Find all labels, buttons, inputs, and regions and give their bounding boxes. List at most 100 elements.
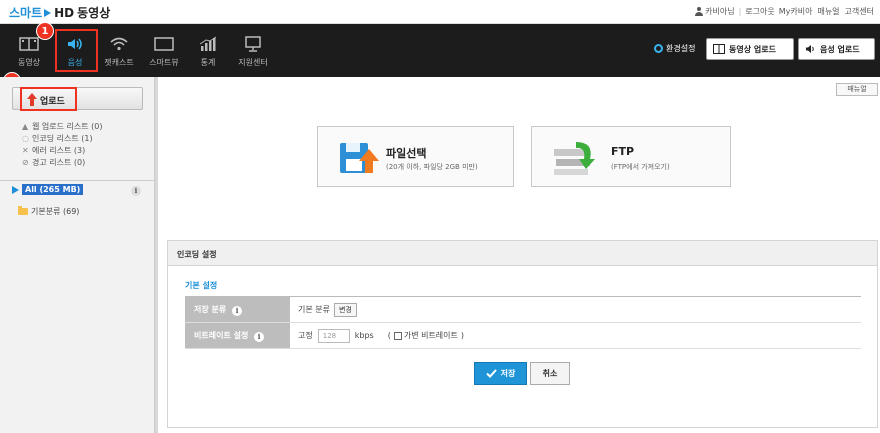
bitrate-fixed-label: 고정 xyxy=(298,331,313,340)
manual-label: 매뉴얼 xyxy=(847,85,867,93)
storage-category-value: 기본 분류 xyxy=(298,305,330,314)
top-links: 카비아님 | 로그아웃 My카비아 매뉴얼 고객센터 xyxy=(695,6,874,17)
speaker-icon xyxy=(806,45,814,53)
settings-link[interactable]: 환경설정 xyxy=(654,43,695,54)
bitrate-input[interactable]: 128 xyxy=(317,328,350,343)
user-name-link[interactable]: 카비아님 xyxy=(705,6,734,17)
form-value-cell: 기본 분류 변경 xyxy=(298,297,357,322)
nav-item-smartview[interactable]: 스마트뷰 xyxy=(143,24,185,77)
settings-label: 환경설정 xyxy=(666,44,696,53)
nav-label: 동영상 xyxy=(17,58,41,67)
save-label: 저장 xyxy=(500,369,516,378)
list-item-label: 인코딩 리스트 (1) xyxy=(32,134,93,143)
form-value-cell: 고정 128 kbps ( 가변 비트레이트 ) xyxy=(298,323,464,348)
form-row-storage-category: 저장 분류 i 기본 분류 변경 xyxy=(185,297,861,323)
variable-bitrate-checkbox[interactable] xyxy=(393,331,402,340)
logo-text-video: 동영상 xyxy=(77,6,111,20)
encoding-settings-panel: 인코딩 설정 기본 설정 저장 분류 i 기본 분류 변경 비트레이트 설정 i… xyxy=(167,240,878,428)
paren-open: ( xyxy=(387,331,391,340)
save-button[interactable]: 저장 xyxy=(474,362,527,385)
file-select-title: 파일선택 xyxy=(386,147,427,160)
logo-text-hd: HD xyxy=(54,5,75,20)
video-upload-label: 동영상 업로드 xyxy=(729,44,776,54)
all-category-label: All (265 MB) xyxy=(22,184,84,195)
support-icon xyxy=(245,36,261,52)
cancel-label: 취소 xyxy=(542,369,558,378)
folder-icon xyxy=(18,206,28,215)
list-item-label: 경고 리스트 (0) xyxy=(32,158,86,167)
info-icon[interactable]: i xyxy=(131,186,141,196)
encoding-settings-header: 인코딩 설정 xyxy=(168,241,877,266)
variable-bitrate-label: 가변 비트레이트 xyxy=(403,331,458,340)
logout-link[interactable]: 로그아웃 xyxy=(745,6,774,17)
upload-button[interactable]: 업로드 xyxy=(12,87,143,111)
warning-icon: ⊘ xyxy=(22,158,29,167)
wifi-icon xyxy=(110,37,128,51)
settings-form: 저장 분류 i 기본 분류 변경 비트레이트 설정 i 고정 128 kbps … xyxy=(185,296,861,349)
audio-upload-label: 음성 업로드 xyxy=(820,44,860,54)
up-arrow-icon: ▲ xyxy=(22,122,29,131)
bitrate-label: 비트레이트 설정 xyxy=(194,331,249,340)
list-item-error[interactable]: ✕ 에러 리스트 (3) xyxy=(22,145,102,157)
nav-item-audio[interactable]: 음성 xyxy=(54,24,98,77)
cycle-icon: ◌ xyxy=(22,134,29,143)
customer-center-link[interactable]: 고객센터 xyxy=(845,6,874,17)
bitrate-unit: kbps xyxy=(354,331,374,340)
manual-button[interactable]: 매뉴얼 xyxy=(836,83,878,96)
sidebar-splitter[interactable] xyxy=(155,77,158,433)
cancel-button[interactable]: 취소 xyxy=(530,362,570,385)
paren-close: ) xyxy=(460,331,465,340)
logo-text-smart: 스마트 xyxy=(9,6,43,20)
list-item-encoding[interactable]: ◌ 인코딩 리스트 (1) xyxy=(22,133,102,145)
film-icon xyxy=(19,37,39,51)
change-category-button[interactable]: 변경 xyxy=(333,302,357,317)
my-cabia-link[interactable]: My카비아 xyxy=(779,6,813,17)
info-icon[interactable]: i xyxy=(254,332,265,342)
upload-status-list: ▲ 웹 업로드 리스트 (0) ◌ 인코딩 리스트 (1) ✕ 에러 리스트 (3) … xyxy=(22,121,102,169)
list-item-warning[interactable]: ⊘ 경고 리스트 (0) xyxy=(22,157,102,169)
basic-settings-title: 기본 설정 xyxy=(185,281,218,290)
divider: | xyxy=(738,7,742,16)
annotation-badge-1: 1 xyxy=(36,22,54,40)
ftp-subtitle: (FTP에서 가져오기) xyxy=(611,163,670,171)
chart-icon xyxy=(199,36,217,51)
x-icon: ✕ xyxy=(22,146,29,155)
nav-item-support[interactable]: 지원센터 xyxy=(232,24,274,77)
info-icon[interactable]: i xyxy=(232,306,243,316)
arrow-icon xyxy=(12,186,19,194)
form-label-cell: 비트레이트 설정 i xyxy=(185,323,290,348)
nav-label: 스마트뷰 xyxy=(149,58,179,67)
file-select-card[interactable]: 파일선택 (20개 이하, 파일당 2GB 미만) xyxy=(317,126,514,187)
list-item-web-upload[interactable]: ▲ 웹 업로드 리스트 (0) xyxy=(22,121,102,133)
user-icon xyxy=(695,7,704,16)
audio-upload-button[interactable]: 음성 업로드 xyxy=(798,38,875,60)
film-icon xyxy=(713,44,725,54)
upload-label: 업로드 xyxy=(40,97,65,107)
nav-label: 지원센터 xyxy=(238,58,268,67)
monitor-icon xyxy=(154,37,174,51)
form-label-cell: 저장 분류 i xyxy=(185,297,290,322)
top-bar: 스마트 HD 동영상 카비아님 | 로그아웃 My카비아 매뉴얼 고객센터 xyxy=(0,0,880,24)
nav-label: 젯캐스트 xyxy=(104,58,134,67)
file-select-subtitle: (20개 이하, 파일당 2GB 미만) xyxy=(386,163,478,171)
gear-icon xyxy=(654,44,663,53)
upload-arrow-icon xyxy=(27,93,37,106)
ftp-card[interactable]: FTP (FTP에서 가져오기) xyxy=(531,126,731,187)
speaker-icon xyxy=(68,38,82,50)
all-category-row[interactable]: All (265 MB) i xyxy=(0,180,155,198)
nav-label: 음성 xyxy=(67,58,83,67)
form-row-bitrate: 비트레이트 설정 i 고정 128 kbps ( 가변 비트레이트 ) xyxy=(185,323,861,349)
nav-item-stats[interactable]: 통계 xyxy=(187,24,229,77)
list-item-label: 웹 업로드 리스트 (0) xyxy=(32,122,103,131)
nav-label: 통계 xyxy=(200,58,216,67)
sidebar: 업로드 ▲ 웹 업로드 리스트 (0) ◌ 인코딩 리스트 (1) ✕ 에러 리스트 … xyxy=(0,77,155,433)
nav-item-jetcast[interactable]: 젯캐스트 xyxy=(98,24,140,77)
ftp-transfer-icon xyxy=(554,142,595,175)
folder-label: 기본분류 (69) xyxy=(31,207,80,216)
logo[interactable]: 스마트 HD 동영상 xyxy=(9,4,110,21)
ftp-title: FTP xyxy=(611,145,635,158)
floppy-upload-icon xyxy=(340,143,379,173)
folder-item-default[interactable]: 기본분류 (69) xyxy=(18,206,79,217)
video-upload-button[interactable]: 동영상 업로드 xyxy=(706,38,794,60)
manual-link[interactable]: 매뉴얼 xyxy=(817,6,839,17)
